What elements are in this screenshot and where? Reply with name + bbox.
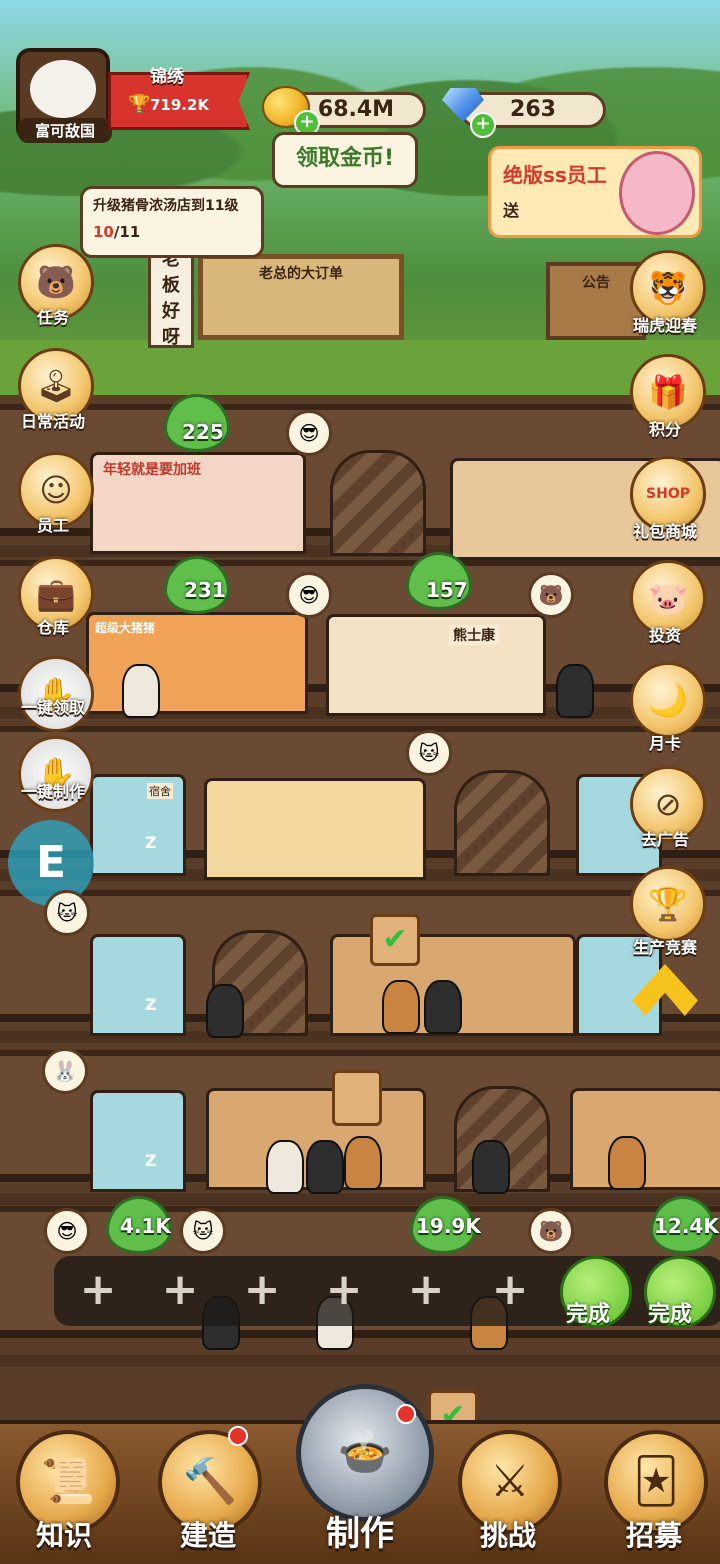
empty-slot-plus-icon[interactable]: + [400, 1264, 452, 1316]
staff-face-icon[interactable]: 😎 [286, 572, 332, 618]
promo-subtitle: 送 [503, 201, 520, 220]
empty-slot-plus-icon[interactable]: + [72, 1264, 124, 1316]
empty-slot-plus-icon[interactable]: + [236, 1264, 288, 1316]
empty-slot-plus-icon[interactable]: + [484, 1264, 536, 1316]
trophy-icon: 🏆 [128, 94, 151, 115]
empty-slot-plus-icon[interactable]: + [154, 1264, 206, 1316]
task-text: 升级猪骨浓汤店到11级 [93, 198, 239, 214]
staff-cat[interactable] [382, 980, 420, 1034]
rank-title: 锦绣 [150, 67, 184, 87]
task-progress: 10/11 [93, 223, 140, 241]
player-name: 富可敌国 [18, 118, 112, 143]
income-value: 157 [426, 578, 468, 602]
staff-face-icon[interactable]: 🐱 [406, 730, 452, 776]
dorm-room[interactable]: Z [90, 934, 186, 1036]
claim-coins-button[interactable]: 领取金币! [272, 132, 418, 188]
month-card-icon: 🌙 [648, 681, 688, 719]
craft-all-label: 一键制作 [20, 782, 85, 801]
promo-title: 绝版ss员工 [503, 163, 607, 187]
knowledge-label: 知识 [35, 1519, 92, 1552]
gift-shop-label: 礼包商城 [632, 522, 697, 541]
sleep-z: Z [145, 995, 157, 1014]
notice-label: 公告 [582, 275, 610, 291]
office-sign: 年轻就是要加班 [103, 462, 201, 478]
staff-cat[interactable] [306, 1140, 344, 1194]
staff-face-icon[interactable]: 😎 [286, 410, 332, 456]
stairway [454, 770, 550, 876]
remove-ads-label: 去广告 [640, 830, 689, 849]
mission-label: 任务 [36, 308, 69, 327]
add-gems-button[interactable]: + [470, 112, 496, 138]
sign-char: 好 [162, 301, 180, 322]
staff-face-icon[interactable]: 🐱 [44, 890, 90, 936]
production-contest-button[interactable]: 🏆 [630, 866, 706, 942]
staff-cat[interactable] [424, 980, 462, 1034]
staff-cat[interactable] [344, 1136, 382, 1190]
sign-char: 板 [162, 275, 180, 296]
month-card-button[interactable]: 🌙 [630, 662, 706, 738]
production-contest-label: 生产竞赛 [632, 938, 697, 957]
contest-icon: 🏆 [648, 885, 688, 923]
staff-cat[interactable] [608, 1136, 646, 1190]
staff-cat[interactable] [266, 1140, 304, 1194]
done-label: 完成 [648, 1302, 693, 1327]
staff-face-icon[interactable]: 🐻 [528, 1208, 574, 1254]
staff-cat[interactable] [122, 664, 160, 718]
month-card-label: 月卡 [648, 734, 681, 753]
income-value: 4.1K [120, 1214, 171, 1238]
sleep-z: Z [145, 833, 157, 852]
sushi-shop[interactable] [204, 778, 426, 880]
dorm-sign: 宿舍 [147, 783, 173, 799]
staff-face-icon[interactable]: 🐻 [528, 572, 574, 618]
office-room[interactable]: 年轻就是要加班 [90, 452, 306, 554]
panda-shop-sign: 熊士康 [449, 625, 499, 645]
promo-banner[interactable]: 绝版ss员工 送 [488, 146, 702, 238]
sign-char: 呀 [162, 327, 180, 348]
collect-all-label: 一键领取 [20, 698, 85, 717]
gem-value: 263 [510, 97, 556, 122]
coin-value: 68.4M [317, 97, 395, 122]
staff-face-icon[interactable]: 🐱 [180, 1208, 226, 1254]
stairway [330, 450, 426, 556]
income-value: 225 [182, 420, 224, 444]
daily-activity-label: 日常活动 [20, 412, 85, 431]
task-progress-current: 10 [93, 223, 114, 241]
staff-label: 员工 [36, 516, 69, 535]
sleep-z: Z [145, 1151, 157, 1170]
recruit-label: 招募 [625, 1519, 682, 1552]
tiger-spring-label: 瑞虎迎春 [632, 316, 697, 335]
task-tooltip[interactable]: 升级猪骨浓汤店到11级 10/11 [80, 186, 264, 258]
staff-cat[interactable] [206, 984, 244, 1038]
cat-avatar-icon [30, 60, 96, 118]
craft-notification-dot [396, 1404, 416, 1424]
staff-face-icon[interactable]: 😎 [44, 1208, 90, 1254]
pork-soup-shop[interactable]: 超级大猪猪 [86, 612, 308, 714]
invest-label: 投资 [648, 626, 681, 645]
income-value: 19.9K [416, 1214, 481, 1238]
nurse-cat-icon [619, 151, 695, 235]
panda-shop[interactable]: 熊士康 [326, 614, 546, 716]
empty-slot-plus-icon[interactable]: + [318, 1264, 370, 1316]
done-label: 完成 [566, 1302, 611, 1327]
warehouse-label: 仓库 [36, 618, 69, 637]
trophy-value: 719.2K [150, 96, 210, 114]
big-order-board[interactable]: 老总的大订单 [198, 254, 404, 340]
staff-face-icon[interactable]: 🐰 [42, 1048, 88, 1094]
craft-button[interactable]: 🍲 [296, 1384, 434, 1522]
points-label: 积分 [648, 420, 681, 439]
staff-cat[interactable] [556, 664, 594, 718]
staff-cat[interactable] [472, 1140, 510, 1194]
task-progress-total: /11 [113, 223, 141, 241]
order-complete-bag-icon[interactable]: ✔ [370, 914, 420, 966]
income-value: 231 [184, 578, 226, 602]
challenge-label: 挑战 [479, 1519, 536, 1552]
income-value: 12.4K [654, 1214, 719, 1238]
craft-label: 制作 [326, 1514, 394, 1554]
build-notification-dot [228, 1426, 248, 1446]
board-title: 老总的大订单 [259, 266, 343, 282]
dorm-room[interactable]: Z [90, 1090, 186, 1192]
build-label: 建造 [179, 1519, 236, 1552]
grass-strip [0, 340, 720, 400]
food-order-bag-icon[interactable] [332, 1070, 382, 1126]
